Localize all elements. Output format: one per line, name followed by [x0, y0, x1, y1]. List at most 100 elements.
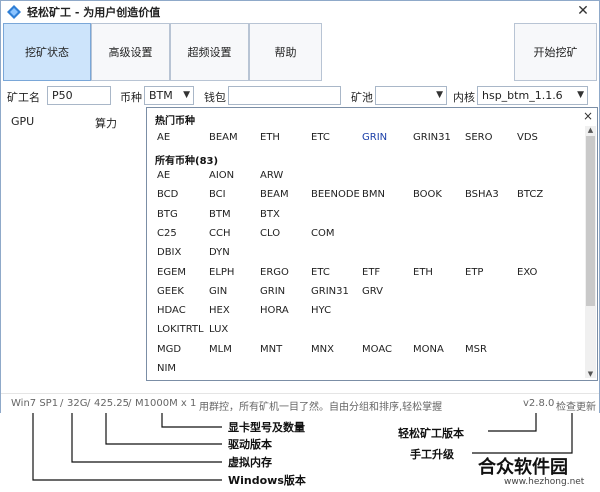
annot-windows-version: Windows版本 [228, 474, 306, 487]
annot-manual-upgrade: 手工升级 [410, 448, 454, 461]
annot-gpu-model: 显卡型号及数量 [228, 421, 305, 434]
site-brand: 合众软件园 [478, 457, 568, 478]
coin-item[interactable]: ETP [465, 267, 483, 278]
coin-item[interactable]: GRIN31 [311, 286, 349, 297]
wallet-input[interactable] [228, 86, 341, 105]
coin-item[interactable]: GRIN [260, 286, 285, 297]
coin-item[interactable]: COM [311, 228, 334, 239]
popup-scrollbar[interactable]: ▲ ▼ [585, 126, 596, 378]
coin-item[interactable]: ERGO [260, 267, 289, 278]
kernel-select-value: hsp_btm_1.1.6 [482, 89, 563, 102]
coin-item[interactable]: BMN [362, 189, 385, 200]
check-update-link[interactable]: 检查更新 [556, 398, 596, 413]
title-bar: 轻松矿工 - 为用户创造价值 ✕ [1, 1, 599, 23]
hashrate-column-header: 算力 [95, 117, 117, 130]
hot-coin-item[interactable]: AE [157, 132, 170, 143]
coin-item[interactable]: MONA [413, 344, 444, 355]
coin-label: 币种 [120, 91, 142, 104]
coin-item[interactable]: HEX [209, 305, 230, 316]
coin-item[interactable]: HORA [260, 305, 289, 316]
tab-help[interactable]: 帮助 [249, 23, 322, 81]
coin-item[interactable]: BTG [157, 209, 178, 220]
coin-item[interactable]: MNX [311, 344, 334, 355]
app-window: 轻松矿工 - 为用户创造价值 ✕ 挖矿状态 高级设置 超频设置 帮助 开始挖矿 … [0, 0, 600, 413]
hot-coins-heading: 热门币种 [155, 116, 195, 127]
hot-coin-item[interactable]: VDS [517, 132, 538, 143]
annot-driver-version: 驱动版本 [228, 438, 272, 451]
coin-picker-popup: × 热门币种 AE BEAM ETH ETC GRIN GRIN31 SERO VDS 所有币… [146, 107, 598, 381]
chevron-down-icon: ▼ [436, 90, 443, 100]
start-mining-button[interactable]: 开始挖矿 [514, 23, 597, 81]
gpu-model-count: M1000M x 1 [135, 398, 197, 409]
hot-coin-item[interactable]: BEAM [209, 132, 238, 143]
coin-item[interactable]: BEENODE [311, 189, 360, 200]
coin-item[interactable]: BCD [157, 189, 178, 200]
coin-item[interactable]: EGEM [157, 267, 186, 278]
coin-item[interactable]: DBIX [157, 247, 181, 258]
hot-coin-item[interactable]: SERO [465, 132, 493, 143]
hot-coin-item[interactable]: ETH [260, 132, 280, 143]
coin-item[interactable]: GEEK [157, 286, 184, 297]
all-coins-heading: 所有币种(83) [155, 156, 219, 167]
tab-advanced-settings[interactable]: 高级设置 [91, 23, 170, 81]
coin-item[interactable]: GRV [362, 286, 383, 297]
hot-coin-item[interactable]: ETC [311, 132, 330, 143]
coin-item[interactable]: ETH [413, 267, 433, 278]
window-title: 轻松矿工 - 为用户创造价值 [27, 6, 161, 19]
coin-item[interactable]: ETF [362, 267, 380, 278]
hot-coin-item[interactable]: GRIN31 [413, 132, 451, 143]
close-icon[interactable]: ✕ [575, 3, 591, 19]
coin-item[interactable]: BTX [260, 209, 280, 220]
coin-item[interactable]: MSR [465, 344, 487, 355]
chevron-down-icon: ▼ [183, 90, 190, 100]
coin-item[interactable]: NIM [157, 363, 176, 374]
coin-item[interactable]: LOKITRTL [157, 324, 204, 335]
status-bar: Win7 SP1 / 32G / 425.25 / M1000M x 1 用群控… [1, 393, 599, 413]
coin-item[interactable]: MLM [209, 344, 232, 355]
coin-item[interactable]: LUX [209, 324, 228, 335]
coin-item[interactable]: BCI [209, 189, 226, 200]
coin-item[interactable]: CCH [209, 228, 230, 239]
popup-close-icon[interactable]: × [583, 109, 593, 123]
coin-item[interactable]: CLO [260, 228, 280, 239]
coin-item[interactable]: GIN [209, 286, 227, 297]
coin-item[interactable]: BOOK [413, 189, 442, 200]
kernel-label: 内核 [453, 91, 475, 104]
coin-item[interactable]: DYN [209, 247, 230, 258]
tab-mining-status[interactable]: 挖矿状态 [3, 23, 91, 81]
worker-name-input[interactable]: P50 [47, 86, 111, 105]
coin-item[interactable]: BTCZ [517, 189, 543, 200]
hot-coin-item[interactable]: GRIN [362, 132, 387, 143]
coin-item[interactable]: AE [157, 170, 170, 181]
param-row: 矿工名 P50 币种 BTM ▼ 钱包 矿池 ▼ 内核 hsp_btm_1.1.6… [1, 85, 599, 107]
pool-select[interactable]: ▼ [375, 86, 447, 105]
coin-item[interactable]: ARW [260, 170, 283, 181]
status-tip: 用群控，所有矿机一目了然。自由分组和排序,轻松掌握 [199, 402, 443, 413]
scroll-up-icon[interactable]: ▲ [586, 126, 595, 134]
tab-overclock-settings[interactable]: 超频设置 [170, 23, 249, 81]
scroll-down-icon[interactable]: ▼ [586, 370, 595, 378]
coin-item[interactable]: HDAC [157, 305, 186, 316]
wallet-label: 钱包 [204, 91, 226, 104]
scrollbar-thumb[interactable] [586, 136, 595, 306]
coin-select[interactable]: BTM ▼ [144, 86, 194, 105]
annot-virtual-memory: 虚拟内存 [228, 456, 272, 469]
coin-item[interactable]: HYC [311, 305, 331, 316]
coin-item[interactable]: AION [209, 170, 234, 181]
coin-item[interactable]: EXO [517, 267, 537, 278]
coin-item[interactable]: C25 [157, 228, 177, 239]
coin-item[interactable]: MGD [157, 344, 181, 355]
kernel-select[interactable]: hsp_btm_1.1.6 ▼ [477, 86, 588, 105]
coin-item[interactable]: MOAC [362, 344, 392, 355]
coin-item[interactable]: BTM [209, 209, 231, 220]
virtual-memory: 32G [67, 398, 88, 409]
coin-item[interactable]: MNT [260, 344, 282, 355]
coin-item[interactable]: ETC [311, 267, 330, 278]
coin-item[interactable]: ELPH [209, 267, 234, 278]
coin-item[interactable]: BSHA3 [465, 189, 499, 200]
driver-version: 425.25 [94, 398, 129, 409]
main-toolbar: 挖矿状态 高级设置 超频设置 帮助 开始挖矿 [1, 23, 599, 83]
coin-item[interactable]: BEAM [260, 189, 289, 200]
gpu-column-header: GPU [11, 115, 35, 128]
coin-select-value: BTM [149, 89, 173, 102]
